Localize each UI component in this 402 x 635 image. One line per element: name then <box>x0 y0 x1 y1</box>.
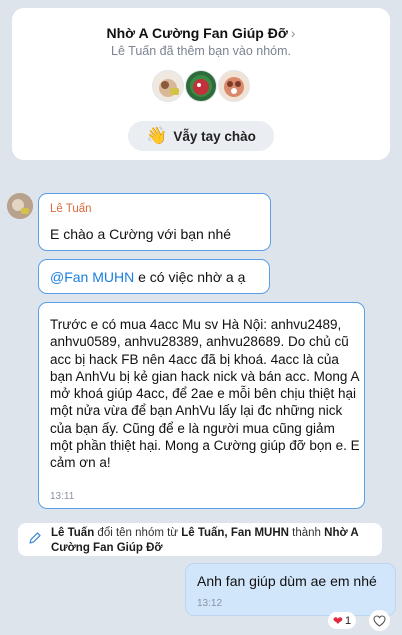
message-text: E chào a Cường với bạn nhé <box>50 226 232 242</box>
wave-hello-label: Vẫy tay chào <box>173 128 256 144</box>
sender-avatar[interactable] <box>7 193 33 219</box>
system-connector: thành <box>288 527 325 539</box>
waving-hand-icon: 👋 <box>146 126 168 145</box>
pencil-icon <box>29 532 41 544</box>
message-time: 13:12 <box>197 598 223 609</box>
message-time: 13:11 <box>50 491 75 502</box>
message-text: Anh fan giúp dùm ae em nhé <box>197 573 377 589</box>
wave-hello-button[interactable]: 👋 Vẫy tay chào <box>128 121 274 151</box>
system-message: Lê Tuấn đổi tên nhóm từ Lê Tuấn, Fan MUH… <box>18 523 382 556</box>
heart-outline-icon <box>373 614 386 627</box>
mention-link[interactable]: @Fan MUHN <box>50 269 134 285</box>
reaction-badge[interactable]: ❤ 1 <box>328 612 356 629</box>
react-heart-button[interactable] <box>369 610 390 631</box>
system-old-name: Lê Tuấn, Fan MUHN <box>181 527 289 539</box>
member-avatar[interactable] <box>185 70 217 102</box>
member-avatar[interactable] <box>218 70 250 102</box>
chevron-right-icon: › <box>290 25 296 41</box>
message-text: Trước e có mua 4acc Mu sv Hà Nội: anhvu2… <box>50 317 360 471</box>
system-verb: đổi tên nhóm từ <box>94 527 182 539</box>
member-avatar[interactable] <box>152 70 184 102</box>
message-bubble[interactable]: @Fan MUHN e có việc nhờ a ạ <box>38 259 270 294</box>
message-bubble[interactable]: Lê Tuấn E chào a Cường với bạn nhé <box>38 193 271 251</box>
sender-name[interactable]: Lê Tuấn <box>50 203 92 215</box>
group-title-text: Nhờ A Cường Fan Giúp Đỡ <box>106 25 288 41</box>
my-message-bubble[interactable]: Anh fan giúp dùm ae em nhé 13:12 <box>185 563 396 616</box>
group-subtitle: Lê Tuấn đã thêm bạn vào nhóm. <box>111 44 291 58</box>
reaction-count: 1 <box>344 614 352 627</box>
group-info-card: Nhờ A Cường Fan Giúp Đỡ › Lê Tuấn đã thêm… <box>12 8 390 160</box>
message-bubble[interactable]: Trước e có mua 4acc Mu sv Hà Nội: anhvu2… <box>38 302 365 509</box>
message-text-rest: e có việc nhờ a ạ <box>134 269 246 285</box>
system-actor: Lê Tuấn <box>51 527 95 539</box>
heart-icon: ❤ <box>332 613 343 628</box>
message-text: @Fan MUHN e có việc nhờ a ạ <box>50 269 245 285</box>
group-title[interactable]: Nhờ A Cường Fan Giúp Đỡ › <box>12 25 390 41</box>
system-message-text: Lê Tuấn đổi tên nhóm từ Lê Tuấn, Fan MUH… <box>51 526 376 555</box>
